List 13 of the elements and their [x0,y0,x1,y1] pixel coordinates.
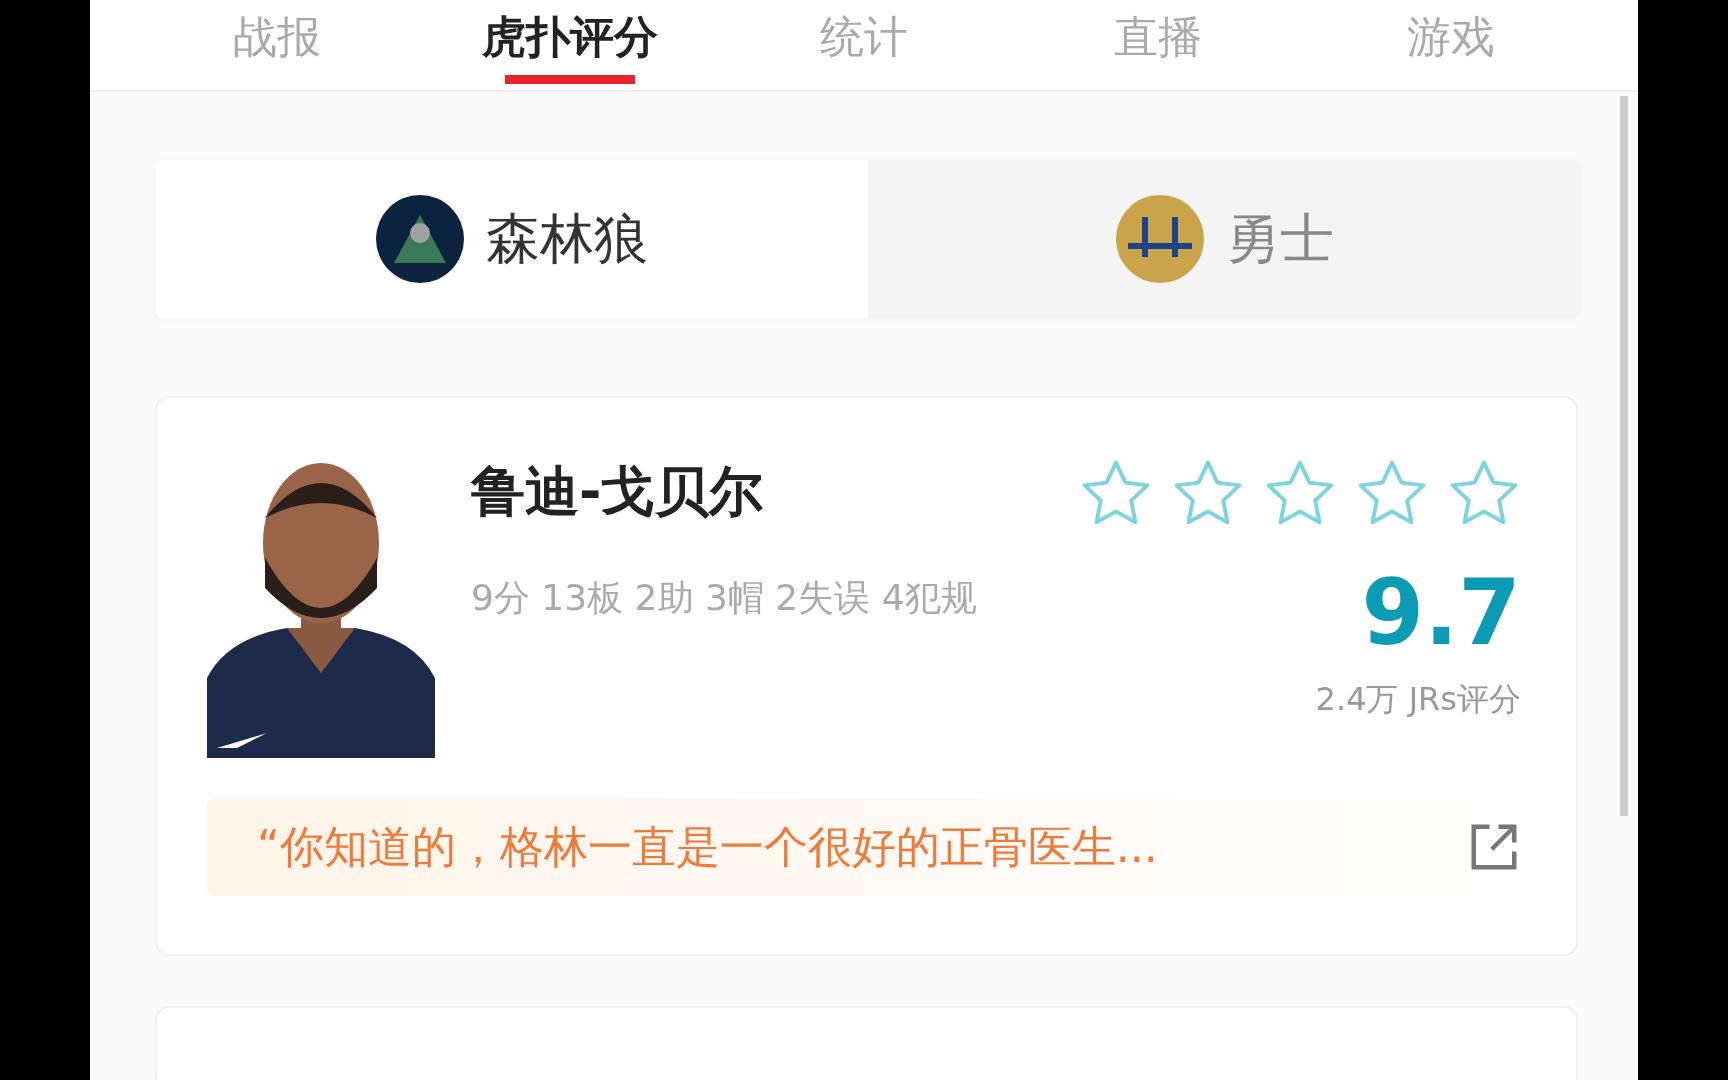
player-stats: 9分 13板 2助 3帽 2失误 4犯规 [471,576,978,620]
tab[interactable]: 游戏 [1304,0,1598,90]
scrollbar[interactable] [1620,96,1628,816]
rating-score: 9.7 [1361,568,1521,658]
tab[interactable]: 战报 [130,0,424,90]
player-name: 鲁迪-戈贝尔 [471,459,765,525]
vote-count: 2.4万 JRs评分 [1315,679,1521,720]
tab[interactable]: 统计 [717,0,1011,90]
quote-text: “你知道的，格林一直是一个很好的正骨医生... [257,819,1158,874]
tab[interactable]: 直播 [1010,0,1305,90]
team-tab[interactable]: 勇士 [867,160,1580,318]
tab[interactable]: 虎扑评分 [423,0,718,90]
team-tab[interactable]: 森林狼 [155,160,868,318]
